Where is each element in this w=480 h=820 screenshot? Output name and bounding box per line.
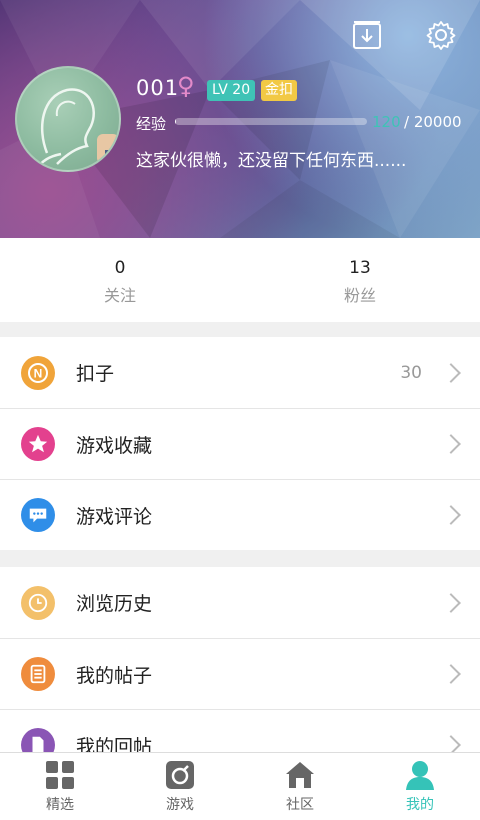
followers-stat[interactable]: 13 粉丝: [240, 238, 480, 322]
exp-progress-fill: [175, 118, 177, 125]
clock-icon: [21, 585, 55, 620]
menu-item-label: 我的帖子: [76, 664, 153, 687]
chevron-right-icon: [441, 592, 461, 613]
tab-mine[interactable]: 我的: [360, 753, 480, 820]
menu-section-assets: N 扣子 30 游戏收藏 游戏评论: [0, 337, 480, 550]
download-icon[interactable]: [350, 18, 384, 52]
menu-item-label: 游戏收藏: [76, 434, 153, 457]
avatar[interactable]: [15, 66, 121, 172]
menu-item-label: 我的回帖: [76, 735, 153, 753]
tab-label: 社区: [286, 797, 314, 813]
tab-label: 我的: [406, 797, 434, 813]
chevron-right-icon: [441, 362, 461, 383]
chevron-right-icon: [441, 505, 461, 525]
exp-current: 120: [372, 113, 401, 131]
menu-item-coins[interactable]: N 扣子 30: [0, 337, 480, 408]
svg-text:N: N: [34, 366, 43, 380]
reply-icon: [21, 728, 55, 752]
tab-label: 游戏: [166, 797, 194, 813]
menu-item-label: 扣子: [76, 363, 115, 385]
game-icon: [166, 761, 194, 789]
settings-gear-icon[interactable]: [424, 18, 458, 52]
avatar-silhouette-icon: [34, 88, 119, 170]
tab-community[interactable]: 社区: [240, 753, 360, 820]
grid-icon: [46, 761, 74, 789]
menu-item-my-posts[interactable]: 我的帖子: [0, 638, 480, 709]
comment-icon: [21, 498, 55, 532]
bottom-tab-bar: 精选 游戏 社区 我的: [0, 752, 480, 820]
following-label: 关注: [103, 286, 136, 305]
menu-item-my-replies[interactable]: 我的回帖: [0, 709, 480, 752]
chevron-right-icon: [441, 434, 461, 454]
chevron-right-icon: [441, 664, 461, 684]
home-icon: [286, 762, 314, 788]
follow-stats: 0 关注 13 粉丝: [0, 238, 480, 322]
followers-label: 粉丝: [343, 286, 376, 305]
menu-item-game-favorites[interactable]: 游戏收藏: [0, 408, 480, 479]
signature-text: 这家伙很懒，还没留下任何东西......: [136, 151, 407, 171]
menu-item-label: 游戏评论: [76, 505, 153, 528]
coin-count: 30: [400, 362, 422, 383]
menu-section-activity: 浏览历史 我的帖子 我的回帖: [0, 567, 480, 752]
exp-progress-bar: [175, 118, 367, 125]
profile-header: 001 ♀ LV 20 金扣 经验 120 / 20000 这家伙很懒，还没留下…: [0, 0, 480, 238]
gender-female-icon: ♀: [177, 72, 195, 100]
chevron-right-icon: [441, 735, 461, 752]
following-count: 0: [114, 258, 126, 278]
tab-label: 精选: [46, 797, 74, 813]
menu-item-history[interactable]: 浏览历史: [0, 567, 480, 638]
username: 001: [136, 76, 180, 100]
tab-games[interactable]: 游戏: [120, 753, 240, 820]
followers-count: 13: [349, 258, 371, 278]
gold-badge: 金扣: [261, 80, 297, 101]
menu-item-label: 浏览历史: [76, 593, 153, 615]
user-icon: [406, 761, 434, 790]
menu-item-game-comments[interactable]: 游戏评论: [0, 479, 480, 550]
tab-featured[interactable]: 精选: [0, 753, 120, 820]
level-badge: LV 20: [207, 80, 256, 101]
coin-icon: N: [21, 355, 55, 390]
star-icon: [21, 427, 55, 461]
post-icon: [21, 657, 55, 691]
exp-total: / 20000: [404, 113, 462, 131]
following-stat[interactable]: 0 关注: [0, 238, 240, 322]
exp-label: 经验: [136, 115, 167, 133]
